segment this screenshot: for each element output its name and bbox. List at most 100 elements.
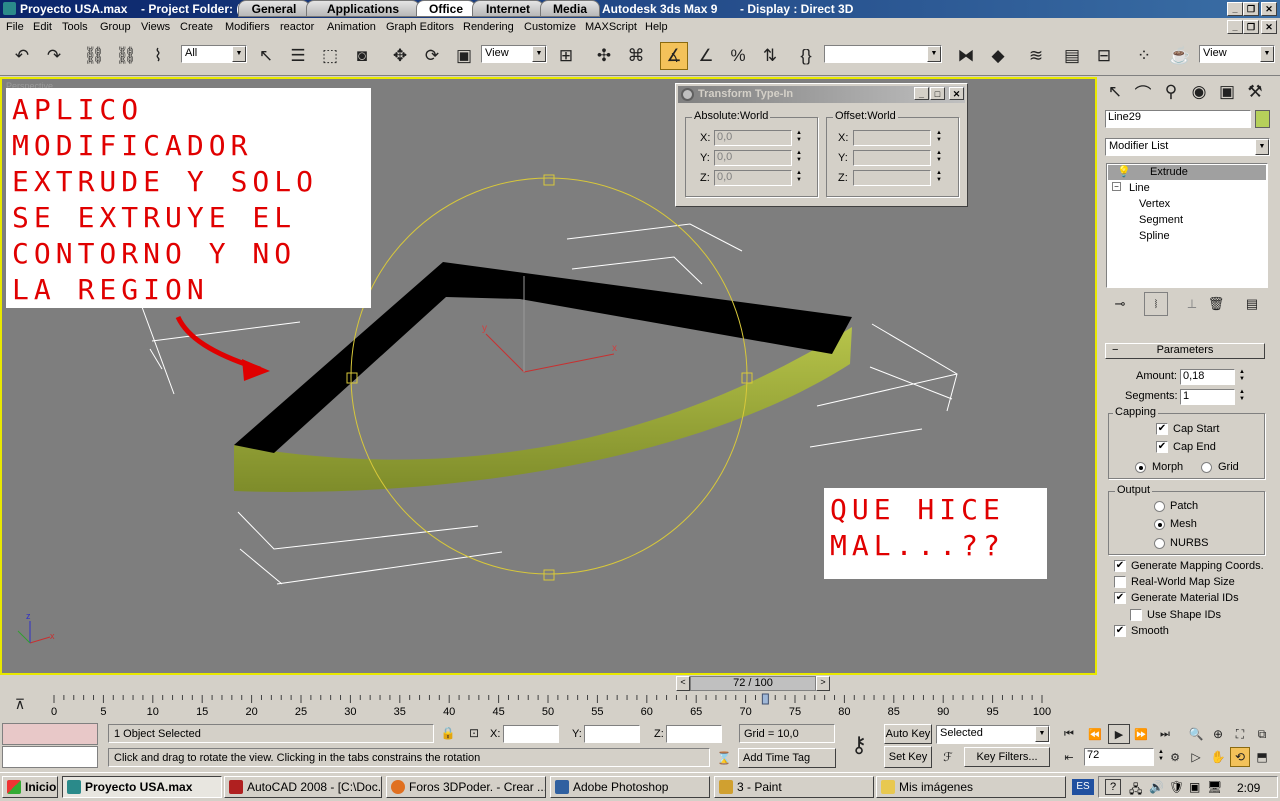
zoom-extents-icon[interactable]: ⛶ <box>1230 724 1250 744</box>
off-z-spinner[interactable]: ▲ ▼ <box>934 170 944 186</box>
expand-icon[interactable]: − <box>1112 182 1121 191</box>
fov-icon[interactable]: ▷ <box>1186 747 1206 767</box>
close-button[interactable]: ✕ <box>1261 2 1277 16</box>
morph-radio[interactable] <box>1135 462 1146 473</box>
menu-edit[interactable]: Edit <box>33 21 52 33</box>
tray-app-icon[interactable]: ▣ <box>1189 780 1200 794</box>
doc-close-button[interactable]: ✕ <box>1261 20 1277 34</box>
configure-sets-icon[interactable]: ▤ <box>1240 292 1264 316</box>
move-icon[interactable]: ✥ <box>386 42 414 70</box>
abs-x-spinner[interactable]: ▲ ▼ <box>794 130 804 146</box>
menu-help[interactable]: Help <box>645 21 668 33</box>
key-filters-button[interactable]: Key Filters... <box>964 747 1050 767</box>
gizmo-handle-top[interactable] <box>543 174 555 186</box>
status-x-field[interactable] <box>503 725 559 743</box>
keyboard-shortcut-icon[interactable]: ⌘ <box>622 42 650 70</box>
doc-restore-button[interactable]: ❐ <box>1243 20 1259 34</box>
arc-rotate-icon[interactable]: ⟲ <box>1230 747 1250 767</box>
off-x-field[interactable] <box>853 130 931 146</box>
start-button[interactable]: Inicio <box>2 776 58 798</box>
utilities-tab-icon[interactable]: ⚒ <box>1242 79 1268 105</box>
absolute-mode-icon[interactable]: ⊡ <box>464 724 484 742</box>
time-tag-icon[interactable]: ⌛ <box>714 748 734 767</box>
gen-mat-ids-checkbox[interactable]: ✔ <box>1114 592 1126 604</box>
maximize-viewport-icon[interactable]: ⬒ <box>1252 747 1272 767</box>
abs-y-field[interactable]: 0,0 <box>714 150 792 166</box>
auto-key-button[interactable]: Auto Key <box>884 724 932 744</box>
abs-y-spinner[interactable]: ▲ ▼ <box>794 150 804 166</box>
help-icon[interactable]: ? <box>1105 779 1121 795</box>
tray-network-icon[interactable]: 🖧 <box>1129 780 1142 801</box>
trackbar-toggle-icon[interactable]: ⊼ <box>8 693 32 715</box>
abs-z-field[interactable]: 0,0 <box>714 170 792 186</box>
maxscript-listener-bottom[interactable] <box>2 746 98 768</box>
menu-group[interactable]: Group <box>100 21 131 33</box>
zoom-extents-all-icon[interactable]: ⧉ <box>1252 724 1272 744</box>
modifier-list-dropdown[interactable]: Modifier List ▼ <box>1105 138 1270 156</box>
task-firefox[interactable]: Foros 3DPoder. - Crear ... <box>386 776 546 798</box>
time-slider-prev[interactable]: < <box>676 676 690 691</box>
snap-toggle-icon[interactable]: ∡ <box>660 42 688 70</box>
task-photoshop[interactable]: Adobe Photoshop <box>550 776 710 798</box>
select-manipulate-icon[interactable]: ✣ <box>590 42 618 70</box>
gen-mapping-checkbox[interactable]: ✔ <box>1114 560 1126 572</box>
nurbs-radio[interactable] <box>1154 538 1165 549</box>
abs-z-spinner[interactable]: ▲ ▼ <box>794 170 804 186</box>
lightbulb-icon[interactable]: 💡 <box>1117 165 1131 178</box>
rotate-icon[interactable]: ⟳ <box>418 42 446 70</box>
frame-spinner[interactable]: ▲ ▼ <box>1156 749 1166 765</box>
current-frame-field[interactable]: 72 <box>1084 748 1154 766</box>
create-tab-icon[interactable]: ↖ <box>1102 79 1128 105</box>
mirror-icon[interactable]: ⧓ <box>952 42 980 70</box>
key-mode-dropdown[interactable]: Selected ▼ <box>936 725 1050 744</box>
tray-shield-icon[interactable]: 🛡 <box>1169 780 1184 794</box>
set-key-button[interactable]: Set Key <box>884 746 932 768</box>
menu-maxscript[interactable]: MAXScript <box>585 21 637 33</box>
named-selection-dropdown[interactable]: ▼ <box>824 45 942 63</box>
bind-spacewarp-icon[interactable]: ⌇ <box>144 42 172 70</box>
app-icon[interactable] <box>3 2 16 15</box>
maxscript-listener-top[interactable] <box>2 723 98 745</box>
use-shape-ids-checkbox[interactable] <box>1130 609 1142 621</box>
layer-manager-icon[interactable]: ≋ <box>1022 42 1050 70</box>
dialog-close-button[interactable]: ✕ <box>949 87 964 100</box>
dialog-minimize-button[interactable]: _ <box>914 87 929 100</box>
time-config-icon[interactable]: ⚙ <box>1166 747 1184 767</box>
goto-end-icon[interactable]: ⏭ <box>1154 724 1176 744</box>
dialog-maximize-button[interactable]: □ <box>930 87 945 100</box>
motion-tab-icon[interactable]: ◉ <box>1186 79 1212 105</box>
goto-start-icon[interactable]: ⏮ <box>1058 724 1080 744</box>
align-icon[interactable]: ◆ <box>984 42 1012 70</box>
menu-rendering[interactable]: Rendering <box>463 21 514 33</box>
tab-applications[interactable]: Applications <box>306 0 420 17</box>
task-autocad[interactable]: AutoCAD 2008 - [C:\Doc... <box>224 776 382 798</box>
pivot-center-icon[interactable]: ⊞ <box>552 42 580 70</box>
segments-spinner[interactable]: ▲ ▼ <box>1237 389 1247 405</box>
object-color-swatch[interactable] <box>1255 110 1270 128</box>
stack-item-spline[interactable]: Spline <box>1139 230 1170 242</box>
zoom-all-icon[interactable]: ⊕ <box>1208 724 1228 744</box>
patch-radio[interactable] <box>1154 501 1165 512</box>
selection-filter-dropdown[interactable]: All ▼ <box>181 45 247 63</box>
undo-icon[interactable]: ↶ <box>8 42 36 70</box>
key-mode-icon[interactable]: ℱ <box>936 747 960 767</box>
remove-modifier-icon[interactable]: 🗑 <box>1204 292 1228 316</box>
tab-internet[interactable]: Internet <box>472 0 544 17</box>
mesh-radio[interactable] <box>1154 519 1165 530</box>
hierarchy-tab-icon[interactable]: ⚲ <box>1158 79 1184 105</box>
rotate-gizmo[interactable] <box>350 177 748 575</box>
time-slider-track[interactable]: 72 / 100 <box>690 676 816 691</box>
schematic-view-icon[interactable]: ⊟ <box>1090 42 1118 70</box>
rectangular-region-icon[interactable]: ⬚ <box>316 42 344 70</box>
curve-editor-icon[interactable]: ▤ <box>1058 42 1086 70</box>
restore-button[interactable]: ❐ <box>1243 2 1259 16</box>
off-y-field[interactable] <box>853 150 931 166</box>
timeline-ruler[interactable]: 0 5 10 15 20 25 30 35 40 45 50 55 60 65 70 75 80 85 90 95 10… <box>40 693 1098 719</box>
menu-create[interactable]: Create <box>180 21 213 33</box>
prev-frame-icon[interactable]: ⏪ <box>1084 724 1106 744</box>
link-icon[interactable]: ⛓ <box>80 42 108 70</box>
pin-stack-icon[interactable]: ⊸ <box>1108 292 1132 316</box>
scale-icon[interactable]: ▣ <box>450 42 478 70</box>
select-object-icon[interactable]: ↖ <box>252 42 280 70</box>
menu-views[interactable]: Views <box>141 21 170 33</box>
